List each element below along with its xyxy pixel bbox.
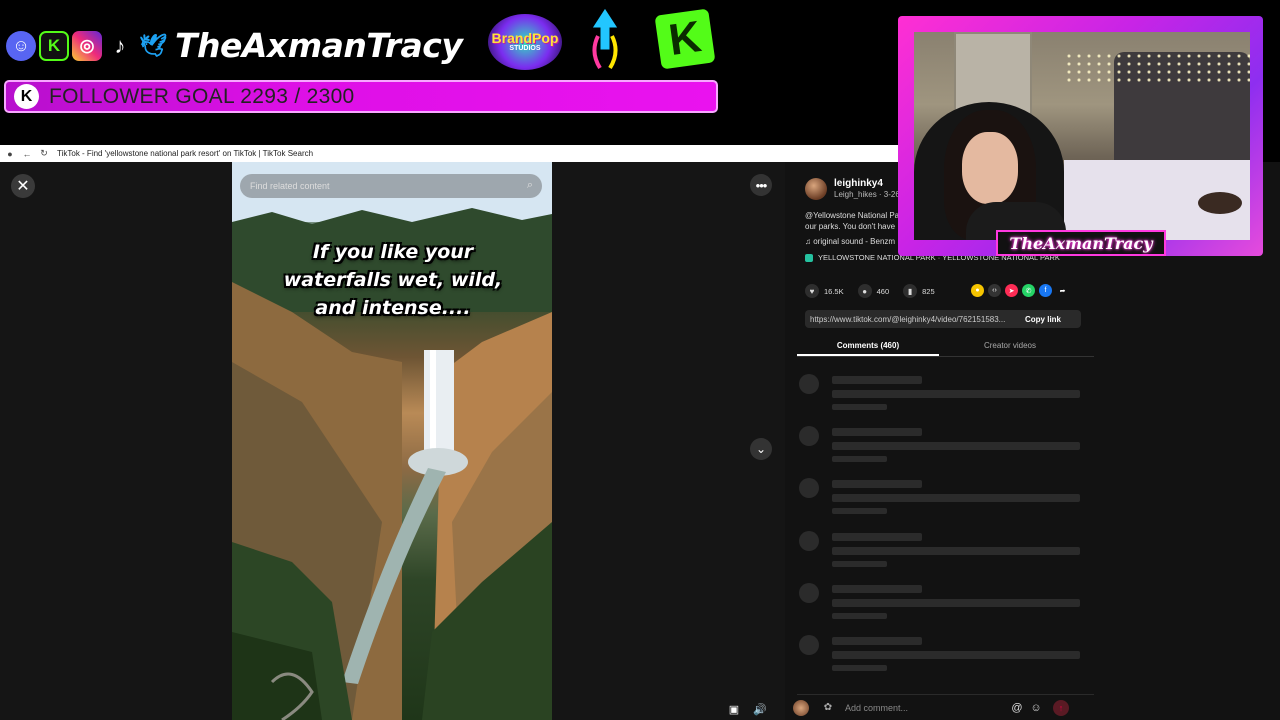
description-line: our parks. You don't have [805,222,896,231]
twitter-icon: 🕊 [139,32,167,58]
comment-composer: ✿ Add comment... @ ☺ ↑ [793,694,1094,720]
copy-link-button[interactable]: Copy link [1025,315,1061,324]
find-related-search[interactable]: Find related content ⌕ [240,174,542,198]
discord-icon: ☺ [6,30,36,61]
heart-icon: ♥ [805,284,819,298]
comment-skeleton [797,583,1094,631]
description-line: @Yellowstone National Pa [805,211,900,220]
tiktok-favicon-icon: ● [7,148,13,159]
engagement-stats: ♥ 16.5K ● 460 ▮ 825 [805,284,949,298]
back-icon[interactable]: ← [20,147,34,161]
webcam-name-tag: TheAxmanTracy [996,230,1166,256]
kick-logo: K [654,8,716,70]
screen: ☺ K ◎ ♪ 🕊 TheAxmanTracy BrandPop STUDIOS… [0,0,1280,720]
kick-icon: K [39,30,69,61]
comment-input[interactable]: Add comment... [845,703,1005,713]
comment-skeleton [797,374,1094,422]
close-button[interactable]: ✕ [11,174,35,198]
comment-skeleton [797,635,1094,683]
author-block[interactable]: leighinky4 Leigh_hikes · 3-26 [805,178,900,200]
author-username[interactable]: leighinky4 [834,178,900,189]
next-video-button[interactable]: ⌄ [750,438,772,460]
volume-icon[interactable]: 🔊 [751,700,769,718]
mention-icon[interactable]: @ [1010,701,1024,715]
search-icon[interactable]: ⌕ [527,179,533,192]
gift-icon[interactable]: ✿ [821,701,835,715]
save-count: 825 [922,286,935,296]
follower-goal-bar: K FOLLOWER GOAL 2293 / 2300 [4,80,718,113]
video-caption: If you like your waterfalls wet, wild, a… [283,241,503,319]
tab-comments[interactable]: Comments (460) [797,337,939,356]
reload-icon[interactable]: ↻ [37,147,51,161]
repost-icon[interactable]: ● [971,284,984,297]
stream-overlay-top: ☺ K ◎ ♪ 🕊 TheAxmanTracy BrandPop STUDIOS… [0,0,900,146]
panel-tabs: Comments (460) Creator videos [797,337,1094,357]
picture-in-picture-icon[interactable]: ▣ [725,700,743,718]
comment-button[interactable]: ● 460 [857,284,890,298]
share-arrow-icon[interactable]: ➦ [1056,284,1069,297]
avatar [793,699,809,716]
kick-icon: K [14,84,39,109]
more-options-button[interactable]: ••• [750,174,772,196]
brandpop-logo: BrandPop STUDIOS [488,14,562,70]
social-row: ☺ K ◎ ♪ 🕊 TheAxmanTracy [6,26,463,65]
brandpop-subtitle: STUDIOS [509,45,541,52]
embed-icon[interactable]: ‹› [988,284,1001,297]
comment-count: 460 [876,286,890,296]
post-comment-button[interactable]: ↑ [1053,699,1069,716]
webcam-frame: TheAxmanTracy [898,16,1263,256]
follower-goal-label: FOLLOWER GOAL 2293 / 2300 [49,84,355,108]
save-button[interactable]: ▮ 825 [903,284,935,298]
tiktok-icon: ♪ [114,32,126,58]
video-player[interactable]: Find related content ⌕ If you like your … [232,162,552,720]
like-button[interactable]: ♥ 16.5K [805,284,844,298]
instagram-icon: ◎ [72,30,102,61]
whatsapp-icon[interactable]: ✆ [1022,284,1035,297]
comment-skeleton [797,478,1094,526]
streamer-handle: TheAxmanTracy [175,26,463,65]
tab-creator-videos[interactable]: Creator videos [939,337,1081,356]
comment-skeleton [797,426,1094,474]
avatar[interactable] [805,178,827,200]
emoji-icon[interactable]: ☺ [1029,701,1043,715]
sound-link[interactable]: ♫ original sound - Benzm [805,237,895,246]
copy-link-row: https://www.tiktok.com/@leighinky4/video… [805,310,1081,328]
sound-label: original sound - Benzm [813,237,896,246]
arrow-logo-icon [591,7,619,70]
location-pin-icon [805,253,813,262]
share-icons: ● ‹› ➤ ✆ f ➦ [971,284,1069,297]
browser-bar: ● ← ↻ TikTok - Find 'yellowstone nationa… [0,145,900,162]
browser-tab-title: TikTok - Find 'yellowstone national park… [57,149,314,158]
like-count: 16.5K [824,286,844,296]
facebook-icon[interactable]: f [1039,284,1052,297]
brandpop-title: BrandPop [491,30,559,46]
bookmark-icon: ▮ [903,284,918,298]
video-stage: ✕ Find related content ⌕ If you like you… [0,162,785,720]
author-nickname: Leigh_hikes · 3-26 [834,190,900,199]
find-related-placeholder: Find related content [250,181,330,191]
send-icon[interactable]: ➤ [1005,284,1018,297]
webcam-feed [914,32,1250,240]
video-url: https://www.tiktok.com/@leighinky4/video… [810,314,1006,324]
comment-icon: ● [857,284,872,298]
comment-skeleton [797,531,1094,579]
video-description: @Yellowstone National Pa our parks. You … [805,210,905,232]
